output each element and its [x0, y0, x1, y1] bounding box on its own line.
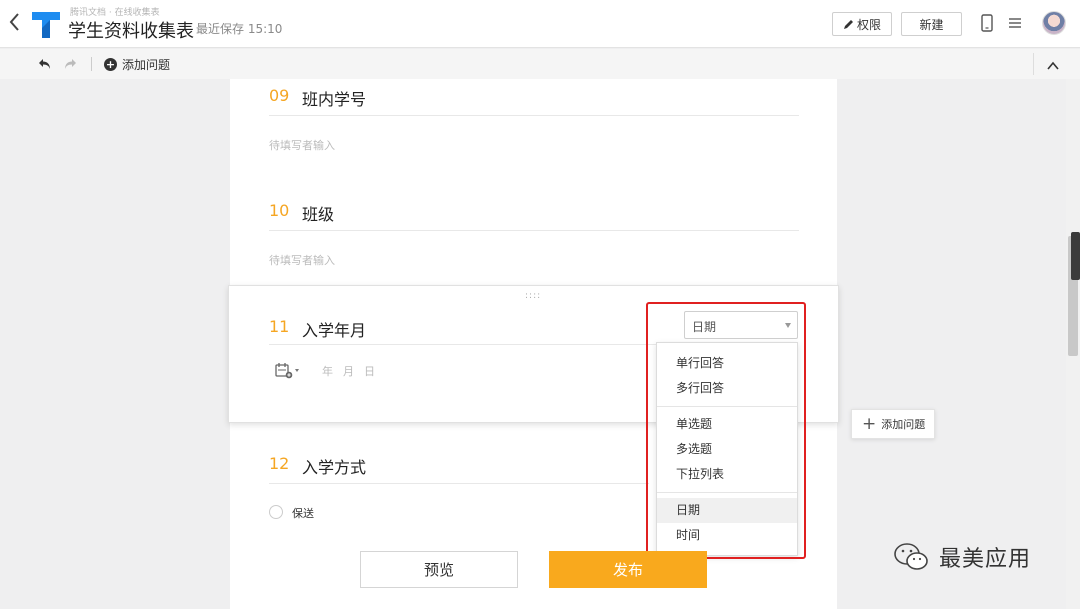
- toolbar-divider: [91, 57, 92, 71]
- question-number: 11: [269, 317, 290, 336]
- wechat-icon: [894, 543, 928, 570]
- new-button[interactable]: 新建: [901, 12, 962, 36]
- watermark: 最美应用: [893, 541, 1031, 573]
- question-number: 10: [269, 201, 290, 220]
- publish-button[interactable]: 发布: [549, 551, 707, 588]
- question-divider: [269, 483, 649, 484]
- answer-placeholder: 待填写者输入: [269, 254, 335, 267]
- permissions-button[interactable]: 权限: [832, 12, 892, 36]
- editor-toolbar: + 添加问题: [0, 49, 1080, 79]
- back-icon[interactable]: [8, 12, 24, 34]
- undo-icon[interactable]: [37, 56, 53, 72]
- mobile-preview-icon[interactable]: [981, 14, 993, 32]
- user-avatar[interactable]: [1042, 11, 1066, 35]
- plus-circle-icon: +: [104, 58, 117, 71]
- answer-placeholder: 待填写者输入: [269, 139, 335, 152]
- question-title[interactable]: 班内学号: [302, 86, 366, 110]
- question-title[interactable]: 入学方式: [302, 454, 366, 478]
- top-bar: 腾讯文档 · 在线收集表 学生资料收集表 最近保存 15:10 权限 新建: [0, 0, 1080, 48]
- chevron-up-icon[interactable]: [1046, 57, 1060, 70]
- radio-button[interactable]: [269, 505, 283, 519]
- preview-button[interactable]: 预览: [360, 551, 518, 588]
- option-label: 保送: [292, 507, 314, 520]
- app-logo-icon: [30, 10, 62, 40]
- highlight-box: [646, 302, 806, 559]
- month-label: 月: [343, 365, 354, 378]
- watermark-text: 最美应用: [939, 547, 1032, 572]
- edit-icon: [843, 19, 853, 29]
- question-divider: [269, 115, 799, 116]
- document-title[interactable]: 学生资料收集表: [68, 17, 194, 43]
- side-add-question-button[interactable]: + 添加问题: [851, 409, 935, 439]
- drag-handle-icon[interactable]: ::::: [525, 291, 541, 301]
- year-label: 年: [322, 365, 333, 378]
- add-question-button[interactable]: + 添加问题: [104, 56, 170, 73]
- save-status: 最近保存 15:10: [196, 22, 283, 36]
- question-number: 09: [269, 86, 290, 105]
- day-label: 日: [364, 365, 375, 378]
- add-question-label: 添加问题: [122, 58, 171, 72]
- redo-icon[interactable]: [62, 56, 78, 72]
- toolbar-divider: [1033, 53, 1034, 75]
- caret-down-icon: [295, 369, 299, 372]
- question-number: 12: [269, 454, 290, 473]
- scroll-indicator: [1071, 232, 1080, 280]
- permissions-label: 权限: [856, 17, 881, 32]
- question-divider: [269, 230, 799, 231]
- side-add-question-label: 添加问题: [881, 418, 926, 431]
- question-title[interactable]: 班级: [302, 201, 334, 225]
- question-title[interactable]: 入学年月: [302, 317, 366, 341]
- calendar-icon[interactable]: [275, 362, 293, 379]
- menu-icon[interactable]: [1008, 15, 1022, 29]
- plus-icon: +: [862, 413, 877, 434]
- question-divider: [269, 344, 684, 345]
